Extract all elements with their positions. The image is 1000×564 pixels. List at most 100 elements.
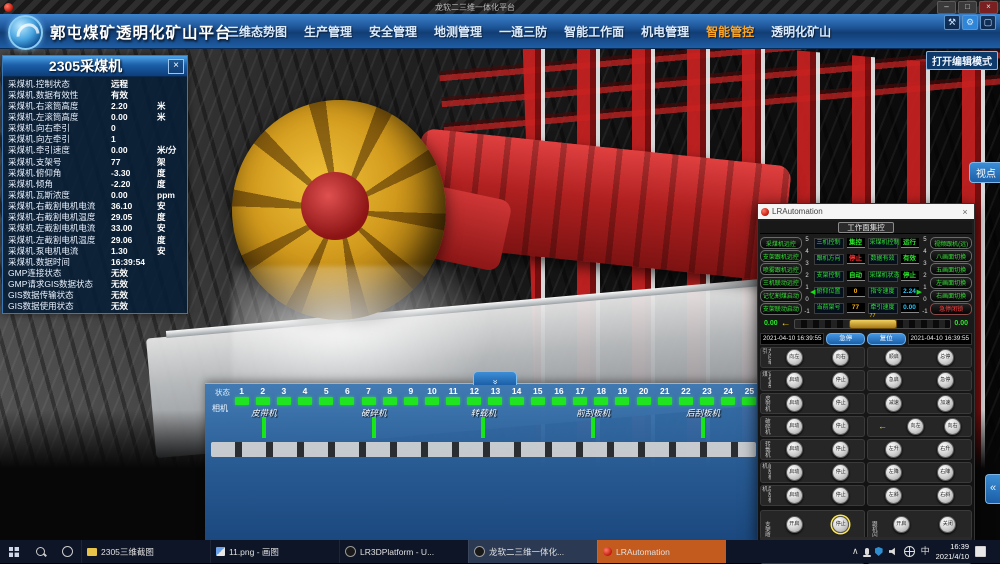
lr-mode-button[interactable]: 支架联动启动 xyxy=(760,303,802,315)
search-button[interactable] xyxy=(27,540,54,563)
shearer-position-slider[interactable]: 77 xyxy=(794,319,952,329)
microphone-icon[interactable] xyxy=(865,548,869,555)
lr-video-button[interactable]: 右画面切换 xyxy=(930,290,972,302)
nav-item[interactable]: 生产管理 xyxy=(304,23,352,40)
camera-filmstrip[interactable] xyxy=(211,442,756,457)
control-button[interactable]: 减速 xyxy=(885,395,902,412)
estop-button[interactable]: 急停 xyxy=(826,333,865,345)
camera-panel-collapse-tab[interactable]: « xyxy=(473,371,517,385)
camera-thumbnail[interactable] xyxy=(591,417,595,438)
maximize-button[interactable]: □ xyxy=(958,1,977,14)
minimize-button[interactable]: – xyxy=(937,1,956,14)
tray-expand-icon[interactable]: ∧ xyxy=(852,547,859,556)
channel-number: 24 xyxy=(718,386,739,396)
lr-video-button[interactable]: 视频跟机(远) xyxy=(930,237,972,249)
nav-item[interactable]: 一通三防 xyxy=(499,23,547,40)
gear-icon[interactable]: ⚙ xyxy=(962,15,978,30)
camera-thumbnail[interactable] xyxy=(372,417,376,438)
control-button[interactable]: 加速 xyxy=(937,395,954,412)
control-button[interactable]: 启动 xyxy=(786,464,803,481)
notification-center-icon[interactable] xyxy=(975,546,986,557)
lr-close-icon[interactable]: × xyxy=(959,207,971,217)
camera-thumbnail[interactable] xyxy=(481,417,485,438)
lr-video-button[interactable]: 八画面切换 xyxy=(930,250,972,262)
control-button[interactable]: 右降 xyxy=(937,464,954,481)
control-button[interactable]: 启动 xyxy=(786,441,803,458)
nav-item[interactable]: 三维态势图 xyxy=(227,23,287,40)
lr-mode-button[interactable]: 采煤机远控 xyxy=(760,237,802,249)
nav-item[interactable]: 机电管理 xyxy=(641,23,689,40)
nav-item[interactable]: 智能管控 xyxy=(706,23,754,40)
control-button[interactable]: 启动 xyxy=(786,395,803,412)
lr-mode-button[interactable]: 支架跟机远控 xyxy=(760,250,802,262)
control-button[interactable]: 停止 xyxy=(832,372,849,389)
nav-item[interactable]: 安全管理 xyxy=(369,23,417,40)
control-button[interactable]: 向右 xyxy=(832,349,849,366)
clock[interactable]: 16:39 2021/4/10 xyxy=(936,542,969,562)
fullscreen-icon[interactable]: ▢ xyxy=(980,15,996,30)
ime-indicator[interactable]: 中 xyxy=(921,547,930,556)
lr-video-button[interactable]: 左画面切换 xyxy=(930,277,972,289)
control-button[interactable]: 停止 xyxy=(832,395,849,412)
status-label: 跟机方向 xyxy=(814,254,844,265)
lr-mode-button[interactable]: 记忆割煤启动 xyxy=(760,290,802,302)
nav-item[interactable]: 地测管理 xyxy=(434,23,482,40)
control-button[interactable]: 左升 xyxy=(885,441,902,458)
nav-item[interactable]: 智能工作面 xyxy=(564,23,624,40)
control-row: 记忆割煤 启动 停止 xyxy=(760,370,865,391)
fog-open-button[interactable]: 开启 xyxy=(786,516,803,533)
lr-mode-button[interactable]: 三机联动远控 xyxy=(760,277,802,289)
control-button[interactable]: 急停 xyxy=(937,372,954,389)
fog-stop-button[interactable]: 停止 xyxy=(832,516,849,533)
control-row: 皮带机 启动 停止 xyxy=(760,393,865,414)
taskbar-task[interactable]: 龙软二三维一体化... xyxy=(468,540,597,563)
open-edit-mode-button[interactable]: 打开编辑模式 xyxy=(926,51,998,70)
control-button[interactable]: 向左 xyxy=(907,418,924,435)
taskbar-task[interactable]: 11.png - 画图 xyxy=(210,540,339,563)
control-button[interactable]: 停止 xyxy=(832,441,849,458)
nav-item[interactable]: 透明化矿山 xyxy=(771,23,831,40)
tools-icon[interactable]: ⚒ xyxy=(944,15,960,30)
taskbar-task[interactable]: LRAutomation xyxy=(597,540,726,563)
lr-video-button[interactable]: 五画面切换 xyxy=(930,263,972,275)
taskbar-task[interactable]: 2305三维截图 xyxy=(81,540,210,563)
slider-left-value: 0.00 xyxy=(764,320,778,327)
cortana-button[interactable] xyxy=(54,540,81,563)
control-button[interactable]: 总停 xyxy=(937,349,954,366)
flash-close-button[interactable]: 关闭 xyxy=(939,516,956,533)
control-button[interactable]: 右斜 xyxy=(937,487,954,504)
channel-cell: 17 xyxy=(570,386,591,405)
control-button[interactable]: 左斜 xyxy=(885,487,902,504)
security-shield-icon[interactable] xyxy=(875,547,883,556)
control-button[interactable]: 启动 xyxy=(786,372,803,389)
control-button[interactable]: 停止 xyxy=(832,418,849,435)
collapse-right-icon[interactable]: « xyxy=(985,474,1000,504)
control-button[interactable]: 急启 xyxy=(885,372,902,389)
lr-video-button[interactable]: 急停闭锁 xyxy=(930,303,972,315)
taskbar-task[interactable]: LR3DPlatform - U... xyxy=(339,540,468,563)
camera-thumbnail[interactable] xyxy=(262,417,266,438)
camera-thumbnail[interactable] xyxy=(701,417,705,438)
close-button[interactable]: × xyxy=(979,1,998,14)
control-button[interactable]: 右升 xyxy=(937,441,954,458)
control-row-label: 破碎机 xyxy=(761,417,771,436)
speaker-icon[interactable] xyxy=(889,547,898,556)
shearer-panel-close-icon[interactable]: × xyxy=(168,59,184,74)
start-button[interactable] xyxy=(0,540,27,563)
control-button[interactable]: 向右 xyxy=(944,418,961,435)
control-button[interactable]: 向左 xyxy=(786,349,803,366)
reset-button[interactable]: 复位 xyxy=(867,333,906,345)
control-button[interactable]: 启动 xyxy=(786,418,803,435)
lr-mode-button[interactable]: 喷雾跟机远控 xyxy=(760,263,802,275)
control-button[interactable]: 启动 xyxy=(786,487,803,504)
network-icon[interactable] xyxy=(904,546,915,557)
control-button[interactable]: 停止 xyxy=(832,464,849,481)
control-button[interactable]: 左降 xyxy=(885,464,902,481)
control-button[interactable]: 顺启 xyxy=(885,349,902,366)
shearer-row-value: 36.10 xyxy=(111,201,157,211)
viewpoint-tab[interactable]: 视点 xyxy=(969,162,1000,183)
control-button[interactable]: 停止 xyxy=(832,487,849,504)
control-row: 方向牵引 向左 向右 xyxy=(760,347,865,368)
flash-open-button[interactable]: 开启 xyxy=(893,516,910,533)
lrautomation-window: LRAutomation × 工作面集控 采煤机远控 支架跟机远控 喷雾跟机远控… xyxy=(757,203,975,543)
